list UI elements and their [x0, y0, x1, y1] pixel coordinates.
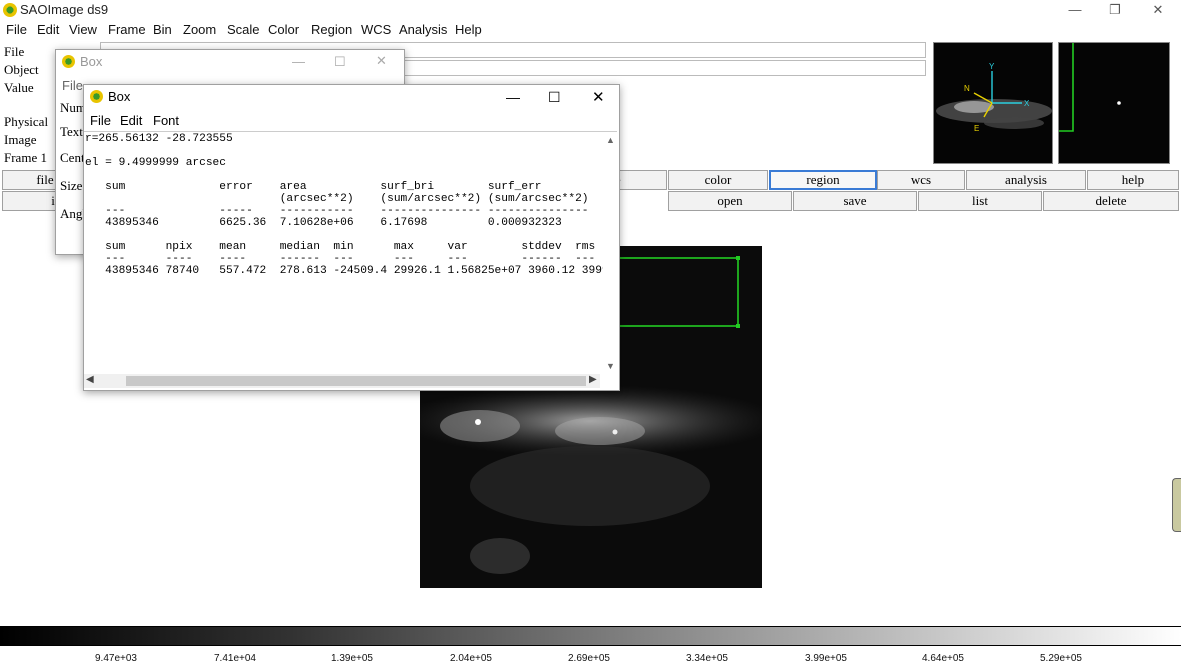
colorbar-tick: 2.69e+05 [568, 653, 610, 664]
info-label-frame: Frame 1 [4, 150, 47, 165]
ds9-logo-icon [62, 55, 75, 68]
button-help[interactable]: help [1087, 170, 1179, 190]
button-color[interactable]: color [668, 170, 768, 190]
maximize-icon[interactable]: ☐ [548, 89, 561, 106]
menu-analysis[interactable]: Analysis [399, 22, 447, 37]
colorbar-tick: 1.39e+05 [331, 653, 373, 664]
menu-frame[interactable]: Frame [108, 22, 146, 37]
horizontal-scrollbar[interactable]: ◀ ▶ [84, 374, 600, 388]
info-label-image: Image [4, 132, 37, 147]
colorbar-tick: 4.64e+05 [922, 653, 964, 664]
menu-scale[interactable]: Scale [227, 22, 260, 37]
scrollbar-thumb[interactable] [126, 376, 586, 386]
compass-n-label: N [964, 84, 970, 93]
dialog-menu-file[interactable]: File [62, 78, 83, 93]
menu-wcs[interactable]: WCS [361, 22, 391, 37]
dialog-menu-file[interactable]: File [90, 113, 111, 128]
scroll-right-icon[interactable]: ▶ [589, 374, 597, 385]
compass-x-label: X [1024, 99, 1030, 108]
compass-e-label: E [974, 124, 979, 133]
colorbar-tick: 5.29e+05 [1040, 653, 1082, 664]
colorbar-tick: 9.47e+03 [95, 653, 137, 664]
ds9-logo-icon [90, 90, 103, 103]
magnifier-view [1059, 43, 1169, 163]
menu-help[interactable]: Help [455, 22, 482, 37]
menu-edit[interactable]: Edit [37, 22, 59, 37]
magnifier [1058, 42, 1170, 164]
region-handle[interactable] [736, 256, 740, 260]
app-titlebar: SAOImage ds9 — ❐ ✕ [0, 0, 1181, 20]
menu-color[interactable]: Color [268, 22, 299, 37]
colorbar-tick: 3.99e+05 [805, 653, 847, 664]
dialog-menu-font[interactable]: Font [153, 113, 179, 128]
divider [84, 131, 617, 132]
colorbar[interactable] [0, 626, 1181, 646]
ds9-logo-icon [3, 3, 17, 17]
maximize-icon[interactable]: ☐ [334, 54, 346, 70]
scroll-down-icon[interactable]: ▼ [606, 361, 615, 371]
menu-region[interactable]: Region [311, 22, 352, 37]
menu-file[interactable]: File [6, 22, 27, 37]
minimize-icon[interactable]: — [506, 89, 520, 105]
info-label-file: File [4, 44, 25, 59]
dialog-title: Box [80, 54, 103, 69]
info-label-physical: Physical [4, 114, 49, 129]
colorbar-tick: 3.34e+05 [686, 653, 728, 664]
dialog-menu-edit[interactable]: Edit [120, 113, 142, 128]
scroll-up-icon[interactable]: ▲ [606, 135, 615, 145]
button-wcs[interactable]: wcs [877, 170, 965, 190]
info-label-value: Value [4, 80, 34, 95]
button-list[interactable]: list [918, 191, 1042, 211]
box-dialog-front[interactable]: Box — ☐ ✕ File Edit Font r=265.56132 -28… [83, 84, 620, 391]
menu-zoom[interactable]: Zoom [183, 22, 216, 37]
scroll-left-icon[interactable]: ◀ [86, 374, 94, 385]
button-analysis[interactable]: analysis [966, 170, 1086, 190]
menubar: File Edit View Frame Bin Zoom Scale Colo… [0, 20, 1181, 40]
label-text: Text [60, 124, 83, 139]
colorbar-tick: 7.41e+04 [214, 653, 256, 664]
compass-y-label: Y [989, 62, 995, 71]
region-handle[interactable] [736, 324, 740, 328]
app-title: SAOImage ds9 [20, 2, 109, 17]
menu-bin[interactable]: Bin [153, 22, 172, 37]
minimize-icon[interactable]: — [1060, 0, 1090, 20]
info-label-object: Object [4, 62, 39, 77]
button-save[interactable]: save [793, 191, 917, 211]
button-open[interactable]: open [668, 191, 792, 211]
close-icon[interactable]: ✕ [1143, 0, 1173, 20]
restore-icon[interactable]: ❐ [1100, 0, 1130, 20]
panner[interactable]: Y X N E [933, 42, 1053, 164]
button-region[interactable]: region [769, 170, 877, 190]
side-handle[interactable] [1172, 478, 1181, 532]
button-delete[interactable]: delete [1043, 191, 1179, 211]
label-center: Cent [60, 150, 85, 165]
panner-view: Y X N E [934, 43, 1052, 163]
colorbar-tick: 2.04e+05 [450, 653, 492, 664]
analysis-output-text[interactable]: r=265.56132 -28.723555 el = 9.4999999 ar… [85, 133, 603, 371]
close-icon[interactable]: ✕ [592, 88, 605, 106]
minimize-icon[interactable]: — [292, 54, 305, 69]
close-icon[interactable]: ✕ [376, 53, 387, 69]
dialog-title: Box [108, 89, 131, 104]
label-size: Size [60, 178, 83, 193]
menu-view[interactable]: View [69, 22, 97, 37]
